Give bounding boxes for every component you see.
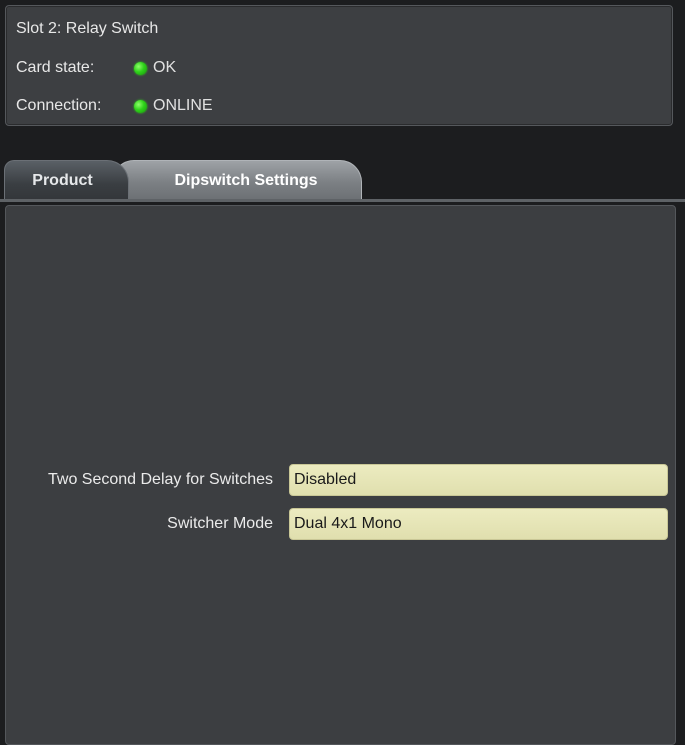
card-state-label: Card state: [16,59,95,76]
tab-product[interactable]: Product [4,160,129,200]
slot-title-row: Slot 2: Relay Switch [16,18,158,40]
card-state-value: OK [153,59,177,76]
tab-product-label: Product [32,171,93,189]
connection-label: Connection: [16,97,102,114]
card-state-led-icon [134,61,147,75]
status-panel: Slot 2: Relay Switch Card state: OK Conn… [5,5,673,126]
connection-row: Connection: ONLINE [16,95,213,117]
slot-title: Slot 2: Relay Switch [16,20,159,37]
tab-divider [0,199,685,202]
connection-value: ONLINE [153,97,213,114]
card-state-row: Card state: OK [16,57,176,79]
switcher-mode-field[interactable]: Dual 4x1 Mono [289,508,668,540]
card-config-window: Slot 2: Relay Switch Card state: OK Conn… [0,0,685,745]
connection-led-icon [134,99,147,113]
tab-dipswitch-settings[interactable]: Dipswitch Settings [112,160,362,200]
two-second-delay-label: Two Second Delay for Switches [48,471,273,488]
tab-dipswitch-settings-label: Dipswitch Settings [174,171,318,189]
switcher-mode-label: Switcher Mode [167,515,273,532]
two-second-delay-field[interactable]: Disabled [289,464,668,496]
